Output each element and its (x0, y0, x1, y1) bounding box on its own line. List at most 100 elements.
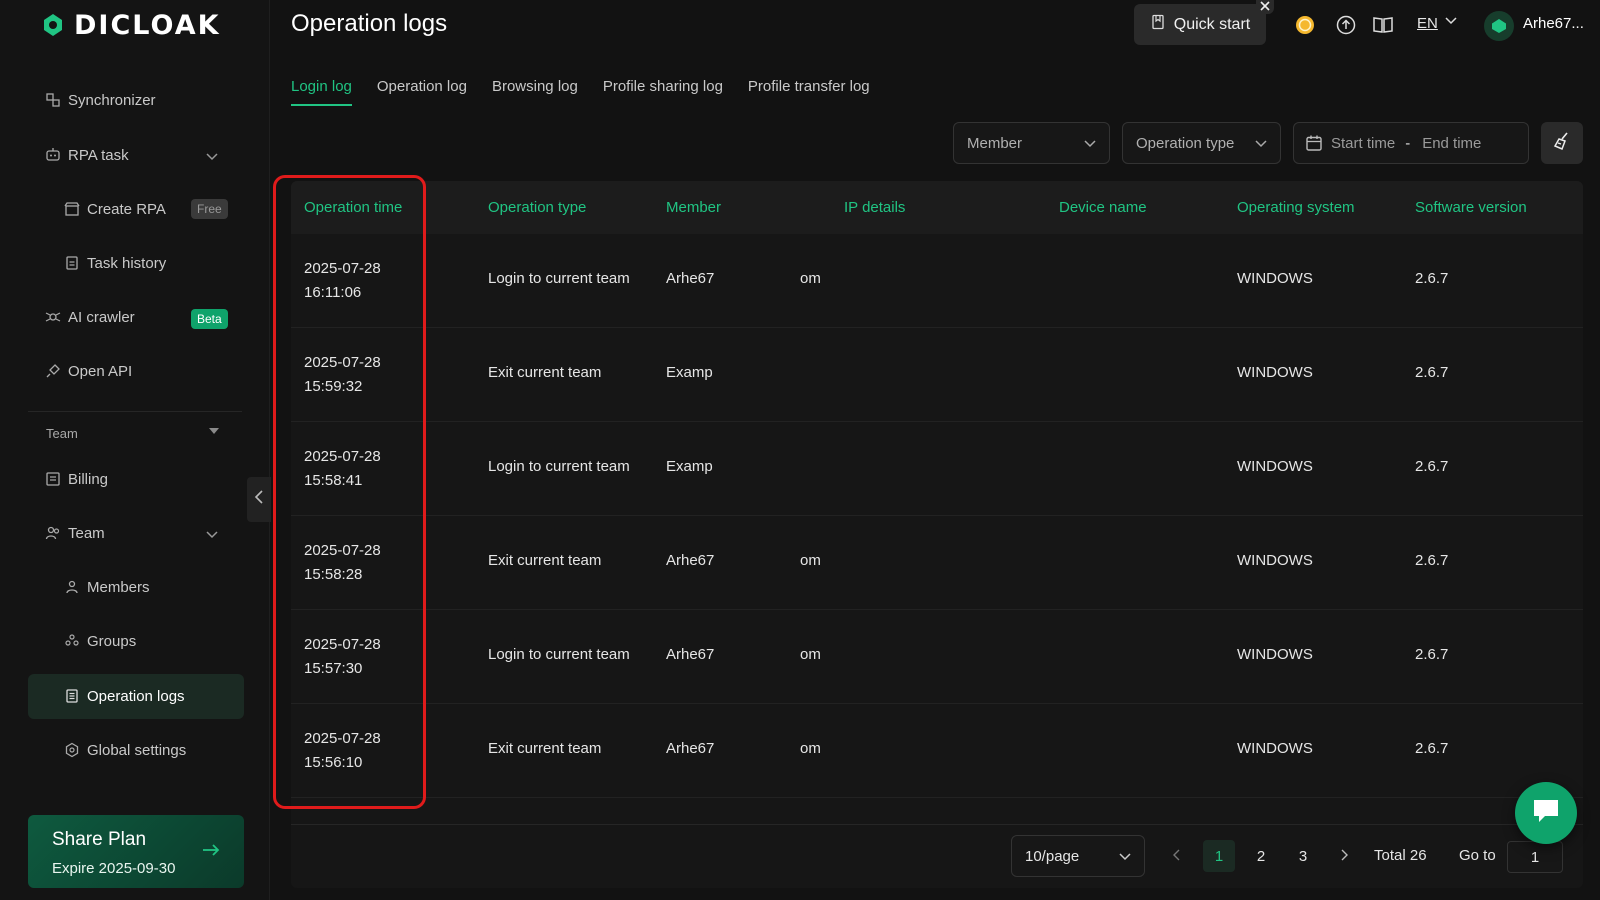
bookmark-icon (1150, 14, 1166, 35)
table-row: 2025-07-28 15:56:10 Exit current team Arh… (291, 704, 1583, 798)
operating-system-cell: WINDOWS (1237, 646, 1313, 663)
sync-icon (44, 91, 62, 109)
sidebar-item-task-history[interactable]: Task history (63, 251, 166, 275)
caret-down-icon[interactable] (209, 428, 219, 434)
sidebar-item-label: Synchronizer (68, 91, 156, 109)
upload-icon[interactable] (1334, 13, 1358, 37)
column-header-operating-system[interactable]: Operating system (1237, 199, 1355, 216)
sidebar-item-global-settings[interactable]: Global settings (63, 738, 186, 762)
page-button-3[interactable]: 3 (1287, 840, 1319, 872)
ip-details-cell: om (800, 740, 821, 757)
start-time-input[interactable]: Start time (1331, 135, 1395, 152)
page-button-2[interactable]: 2 (1245, 840, 1277, 872)
sidebar-item-team[interactable]: Team (44, 521, 105, 545)
sidebar-item-members[interactable]: Members (63, 575, 150, 599)
page-title: Operation logs (291, 10, 448, 37)
software-version-cell: 2.6.7 (1415, 740, 1449, 757)
store-icon (63, 200, 81, 218)
end-time-input[interactable]: End time (1422, 135, 1481, 152)
spider-icon (44, 308, 62, 326)
operation-type-cell: Exit current team (488, 364, 602, 381)
ip-details-cell: om (800, 270, 821, 287)
book-icon[interactable] (1371, 13, 1395, 37)
goto-page-input[interactable] (1507, 841, 1563, 873)
team-section-label: Team (46, 426, 78, 441)
share-plan-card[interactable]: Share Plan Expire 2025-09-30 (28, 815, 244, 888)
sidebar-item-open-api[interactable]: Open API (44, 359, 132, 383)
language-selector[interactable]: EN (1417, 14, 1458, 32)
member-filter-select[interactable]: Member (953, 122, 1110, 164)
sidebar-item-label: Task history (87, 254, 167, 272)
log-tabs: Login log Operation log Browsing log Pro… (291, 78, 870, 106)
quick-start-label: Quick start (1173, 15, 1251, 33)
chevron-down-icon (1254, 137, 1268, 151)
table-row: 2025-07-28 15:58:28 Exit current team Arh… (291, 516, 1583, 610)
robot-icon (44, 146, 62, 164)
log-icon (63, 687, 81, 705)
clear-filters-button[interactable] (1541, 122, 1583, 164)
member-cell: Arhe67 (666, 740, 715, 757)
operation-type-cell: Exit current team (488, 552, 602, 569)
date-separator: - (1405, 134, 1411, 152)
column-header-member[interactable]: Member (666, 199, 721, 216)
sidebar-item-ai-crawler[interactable]: AI crawler (44, 305, 135, 329)
plug-icon (44, 362, 62, 380)
operation-type-cell: Login to current team (488, 270, 630, 287)
sidebar-item-label: Members (87, 578, 150, 596)
chat-icon (1531, 797, 1561, 830)
sidebar-item-label: Billing (68, 470, 109, 488)
chevron-down-icon[interactable] (205, 528, 219, 542)
sidebar-item-billing[interactable]: Billing (44, 467, 108, 491)
avatar[interactable] (1484, 11, 1514, 41)
ip-details-cell: om (800, 646, 821, 663)
chevron-down-icon (1444, 14, 1458, 32)
coin-icon[interactable] (1293, 13, 1317, 37)
member-filter-placeholder: Member (967, 134, 1023, 152)
beta-badge: Beta (191, 309, 228, 329)
operation-type-cell: Exit current team (488, 740, 602, 757)
operation-type-filter-select[interactable]: Operation type (1122, 122, 1281, 164)
date-range-picker[interactable]: Start time - End time (1293, 122, 1529, 164)
brand-logo[interactable]: DICLOAK (40, 10, 221, 41)
sidebar-item-create-rpa[interactable]: Create RPA (63, 197, 166, 221)
page-size-select[interactable]: 10/page (1011, 835, 1145, 877)
collapse-sidebar-button[interactable] (247, 477, 271, 522)
next-page-button[interactable] (1338, 848, 1350, 862)
sidebar-item-operation-logs[interactable]: Operation logs (63, 684, 185, 708)
calendar-icon (1305, 134, 1323, 152)
operating-system-cell: WINDOWS (1237, 270, 1313, 287)
column-header-device-name[interactable]: Device name (1059, 199, 1147, 216)
sidebar: DICLOAK Synchronizer RPA task Create RPA… (0, 0, 270, 900)
quick-start-button[interactable]: Quick start (1134, 4, 1266, 45)
username[interactable]: Arhe67... (1523, 15, 1584, 32)
tab-operation-log[interactable]: Operation log (377, 78, 467, 106)
column-header-software-version[interactable]: Software version (1415, 199, 1527, 216)
operating-system-cell: WINDOWS (1237, 364, 1313, 381)
sidebar-item-groups[interactable]: Groups (63, 629, 136, 653)
sidebar-item-rpa-task[interactable]: RPA task (44, 143, 224, 167)
login-log-table: Operation time Operation type Member IP … (291, 181, 1583, 888)
column-header-operation-type[interactable]: Operation type (488, 199, 586, 216)
page-size-value: 10/page (1025, 847, 1080, 865)
software-version-cell: 2.6.7 (1415, 270, 1449, 287)
tab-login-log[interactable]: Login log (291, 78, 352, 106)
language-label: EN (1417, 14, 1438, 32)
member-icon (63, 578, 81, 596)
chat-support-button[interactable] (1515, 782, 1577, 844)
tab-profile-transfer-log[interactable]: Profile transfer log (748, 78, 870, 106)
chevron-down-icon[interactable] (205, 150, 219, 164)
member-cell: Examp (666, 364, 713, 381)
column-header-ip-details[interactable]: IP details (844, 199, 905, 216)
page-button-1[interactable]: 1 (1203, 840, 1235, 872)
users-icon (44, 524, 62, 542)
member-cell: Examp (666, 458, 713, 475)
chevron-down-icon (1083, 137, 1097, 151)
quick-start-close-button[interactable] (1256, 0, 1274, 14)
operation-time-highlight-annotation (273, 175, 426, 809)
sidebar-item-synchronizer[interactable]: Synchronizer (44, 88, 156, 112)
tab-profile-sharing-log[interactable]: Profile sharing log (603, 78, 723, 106)
prev-page-button[interactable] (1171, 848, 1183, 862)
sidebar-item-label: Open API (68, 362, 133, 380)
tab-browsing-log[interactable]: Browsing log (492, 78, 578, 106)
chevron-down-icon (1118, 850, 1132, 864)
